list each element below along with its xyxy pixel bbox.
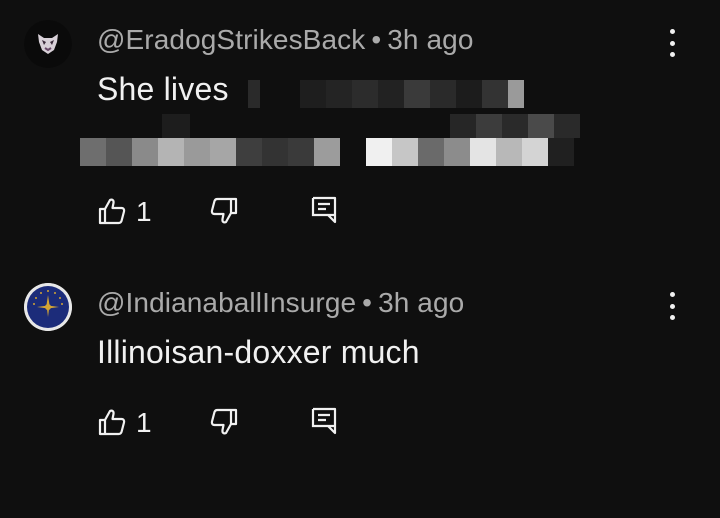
timestamp[interactable]: 3h ago [387,24,473,55]
thumbs-up-icon [98,409,126,436]
reply-button[interactable] [310,406,338,436]
dislike-button[interactable] [209,407,239,437]
more-vertical-icon [669,292,675,297]
more-options-button[interactable] [660,289,684,323]
author-name[interactable]: @IndianaballInsurge [97,287,356,318]
avatar[interactable] [24,283,72,331]
thumbs-down-icon [210,197,238,224]
like-count: 1 [136,196,152,227]
reply-icon [311,196,337,224]
dislike-button[interactable] [209,196,239,226]
thumbs-up-icon [98,198,126,225]
avatar[interactable] [24,20,72,68]
like-count: 1 [136,407,152,438]
meta-separator: • [371,24,382,55]
reply-icon [311,407,337,435]
author-name[interactable]: @EradogStrikesBack [97,24,365,55]
comment-meta: @IndianaballInsurge • 3h ago [97,287,464,319]
comment-meta: @EradogStrikesBack • 3h ago [97,24,474,56]
comment-text: She lives [97,71,229,107]
thumbs-down-icon [210,408,238,435]
reply-button[interactable] [310,195,338,225]
like-button[interactable] [97,407,127,437]
timestamp[interactable]: 3h ago [378,287,464,318]
comment-text: Illinoisan-doxxer much [97,334,420,370]
like-button[interactable] [97,196,127,226]
more-vertical-icon [669,29,675,34]
meta-separator: • [362,287,373,318]
more-options-button[interactable] [660,26,684,60]
